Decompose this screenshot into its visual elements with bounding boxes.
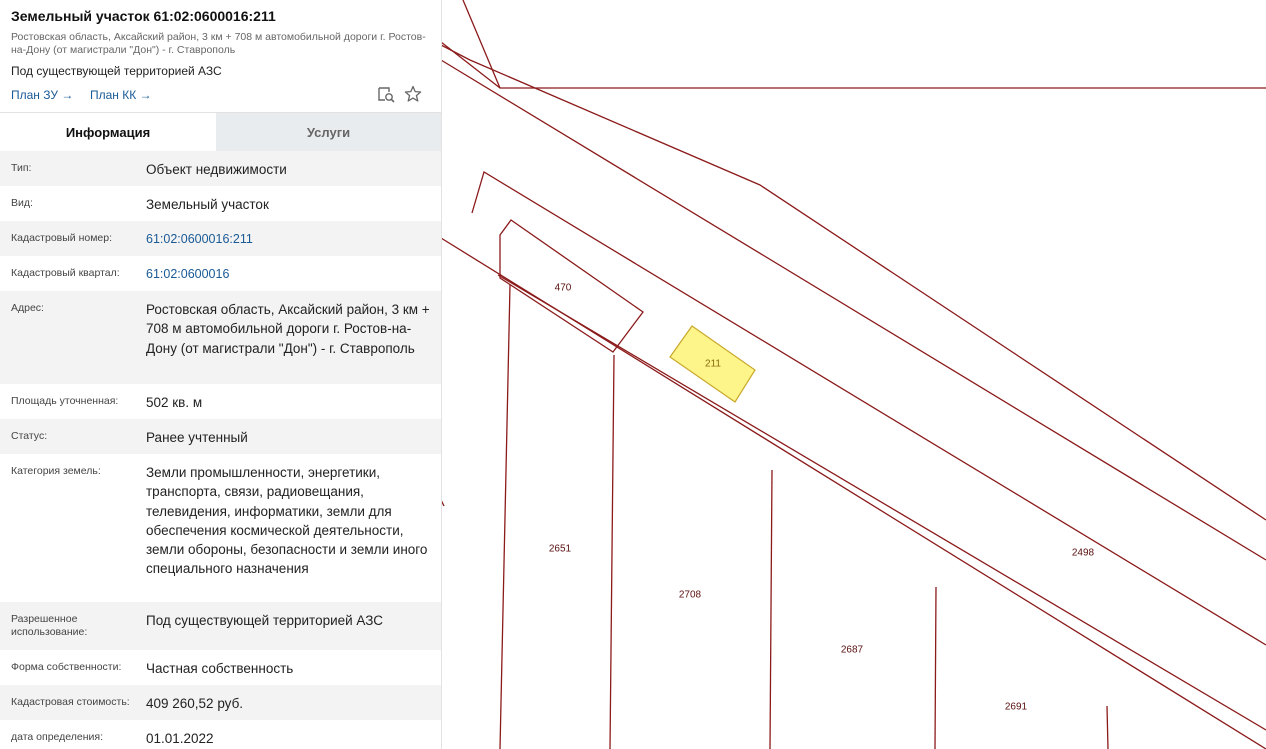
parcel-label-2687[interactable]: 2687: [841, 645, 863, 656]
plan-zu-link[interactable]: План ЗУ →: [11, 88, 73, 102]
divider-2687-east: [934, 586, 937, 749]
parcel-label-211[interactable]: 211: [705, 359, 721, 370]
row-status: Статус: Ранее учтенный: [0, 419, 441, 454]
parcel-label-2498[interactable]: 2498: [1072, 548, 1094, 559]
row-label: Адрес:: [11, 302, 44, 314]
divider-2691-east: [1106, 705, 1109, 749]
row-determination-date: дата определения: 01.01.2022: [0, 720, 441, 749]
row-label: Кадастровая стоимость:: [11, 696, 130, 708]
divider-2708-east: [769, 469, 773, 749]
row-land-category: Категория земель: Земли промышленности, …: [0, 454, 441, 602]
row-label: Кадастровый номер:: [11, 232, 113, 244]
page-title: Земельный участок 61:02:0600016:211: [11, 8, 276, 24]
row-label: Разрешенное использование:: [11, 613, 88, 638]
row-label: Вид:: [11, 197, 33, 209]
row-cadastral-quarter: Кадастровый квартал: 61:02:0600016: [0, 256, 441, 291]
row-value: Ростовская область, Аксайский район, 3 к…: [146, 302, 430, 356]
row-type: Тип: Объект недвижимости: [0, 151, 441, 186]
info-rows: Тип: Объект недвижимости Вид: Земельный …: [0, 151, 441, 749]
row-value: Земли промышленности, энергетики, трансп…: [146, 465, 428, 577]
row-label: Тип:: [11, 162, 32, 174]
parcel-label-2651[interactable]: 2651: [549, 544, 571, 555]
row-kind: Вид: Земельный участок: [0, 186, 441, 221]
boundary-top-edge: [462, 0, 501, 89]
row-label: дата определения:: [11, 731, 104, 743]
boundary-highway-south2: [497, 274, 1266, 731]
cadastral-quarter-link[interactable]: 61:02:0600016: [146, 265, 431, 291]
row-label: Категория земель:: [11, 465, 101, 477]
boundary-top-strip: [440, 41, 1266, 89]
parcel-label-2708[interactable]: 2708: [679, 590, 701, 601]
plan-kk-link[interactable]: План КК →: [90, 88, 152, 102]
row-label: Площадь уточненная:: [11, 395, 119, 407]
row-value: Земельный участок: [146, 197, 269, 212]
boundary-highway-north: [471, 171, 1266, 646]
parcel-label-2691[interactable]: 2691: [1005, 702, 1027, 713]
row-area: Площадь уточненная: 502 кв. м: [0, 384, 441, 419]
parcel-label-470[interactable]: 470: [555, 283, 572, 294]
row-value: Ранее учтенный: [146, 430, 248, 445]
row-cadastral-value: Кадастровая стоимость: 409 260,52 руб.: [0, 685, 441, 720]
row-label: Статус:: [11, 430, 48, 442]
map-search-icon[interactable]: [377, 85, 395, 108]
tab-information[interactable]: Информация: [0, 113, 216, 151]
panel-tabs: Информация Услуги: [0, 112, 441, 151]
row-value: 502 кв. м: [146, 395, 203, 410]
divider-2651-east: [609, 354, 615, 749]
header-links: План ЗУ → План КК →: [11, 85, 430, 109]
parcel-boundaries: [440, 0, 1266, 749]
cadastral-number-link[interactable]: 61:02:0600016:211: [146, 230, 431, 256]
info-panel: Земельный участок 61:02:0600016:211 Рост…: [0, 0, 442, 749]
divider-2651-west: [499, 284, 511, 749]
row-value: Частная собственность: [146, 661, 294, 676]
header-usage: Под существующей территорией АЗС: [11, 64, 222, 78]
row-address: Адрес: Ростовская область, Аксайский рай…: [0, 291, 441, 384]
row-value: Под существующей территорией АЗС: [146, 613, 384, 628]
row-value: 01.01.2022: [146, 731, 214, 746]
row-value: Объект недвижимости: [146, 162, 287, 177]
row-label: Форма собственности:: [11, 661, 122, 673]
header-address: Ростовская область, Аксайский район, 3 к…: [11, 31, 426, 56]
tab-services[interactable]: Услуги: [216, 113, 441, 151]
row-permitted-use: Разрешенное использование: Под существую…: [0, 602, 441, 650]
star-icon[interactable]: [404, 85, 422, 108]
row-label: Кадастровый квартал:: [11, 267, 120, 279]
row-value: 409 260,52 руб.: [146, 696, 244, 711]
row-ownership: Форма собственности: Частная собственнос…: [0, 650, 441, 685]
row-cadastral-number: Кадастровый номер: 61:02:0600016:211: [0, 221, 441, 256]
panel-header: Земельный участок 61:02:0600016:211 Рост…: [0, 0, 441, 109]
